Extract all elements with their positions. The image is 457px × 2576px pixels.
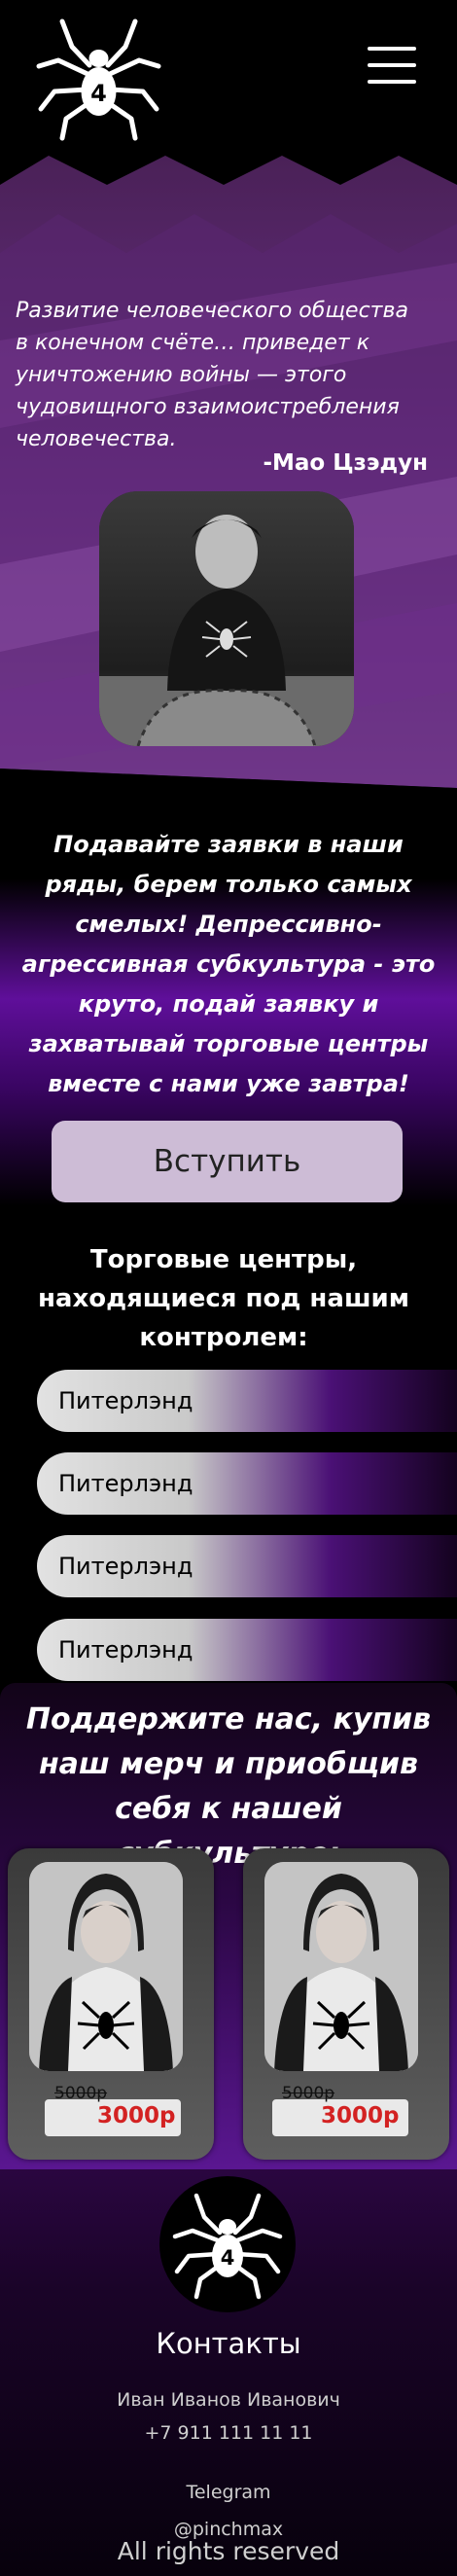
merch-hoodie-image bbox=[264, 1862, 418, 2071]
new-price: 3000р bbox=[321, 2103, 400, 2129]
page: 4 Развитие человеческого общества в коне… bbox=[0, 0, 457, 2576]
mall-item[interactable]: Питерлэнд bbox=[37, 1619, 457, 1681]
header: 4 bbox=[0, 0, 457, 146]
old-price: 5000р bbox=[54, 2084, 108, 2103]
mall-item[interactable]: Питерлэнд bbox=[37, 1535, 457, 1597]
mall-item[interactable]: Питерлэнд bbox=[37, 1370, 457, 1432]
merch-hoodie-image bbox=[29, 1862, 183, 2071]
telegram-label: Telegram bbox=[186, 2482, 271, 2503]
join-button[interactable]: Вступить bbox=[52, 1121, 403, 1202]
hero-section: Развитие человеческого общества в конечн… bbox=[0, 146, 457, 827]
logo-number: 4 bbox=[90, 80, 107, 107]
hero-portrait-image bbox=[99, 491, 354, 746]
malls-title: Торговые центры, находящиеся под нашим к… bbox=[37, 1245, 410, 1352]
join-call-text: Подавайте заявки в наши ряды, берем толь… bbox=[21, 831, 436, 1097]
new-price: 3000р bbox=[97, 2103, 176, 2129]
contacts-title: Контакты bbox=[156, 2327, 301, 2360]
old-price: 5000р bbox=[282, 2084, 335, 2103]
spider-logo-icon[interactable]: 4 bbox=[33, 12, 164, 143]
contact-name: Иван Иванов Иванович bbox=[117, 2389, 340, 2411]
mall-item[interactable]: Питерлэнд bbox=[37, 1452, 457, 1515]
copyright-text: All rights reserved bbox=[117, 2537, 340, 2565]
footer-spider-logo-icon: 4 bbox=[159, 2176, 296, 2312]
footer-logo-number: 4 bbox=[221, 2246, 235, 2270]
quote-text: Развитие человеческого общества в конечн… bbox=[16, 299, 408, 451]
contact-phone-link[interactable]: +7 911 111 11 11 bbox=[0, 2422, 457, 2444]
hamburger-menu-icon[interactable] bbox=[368, 47, 416, 84]
quote-author: -Мао Цзэдун bbox=[263, 450, 428, 476]
